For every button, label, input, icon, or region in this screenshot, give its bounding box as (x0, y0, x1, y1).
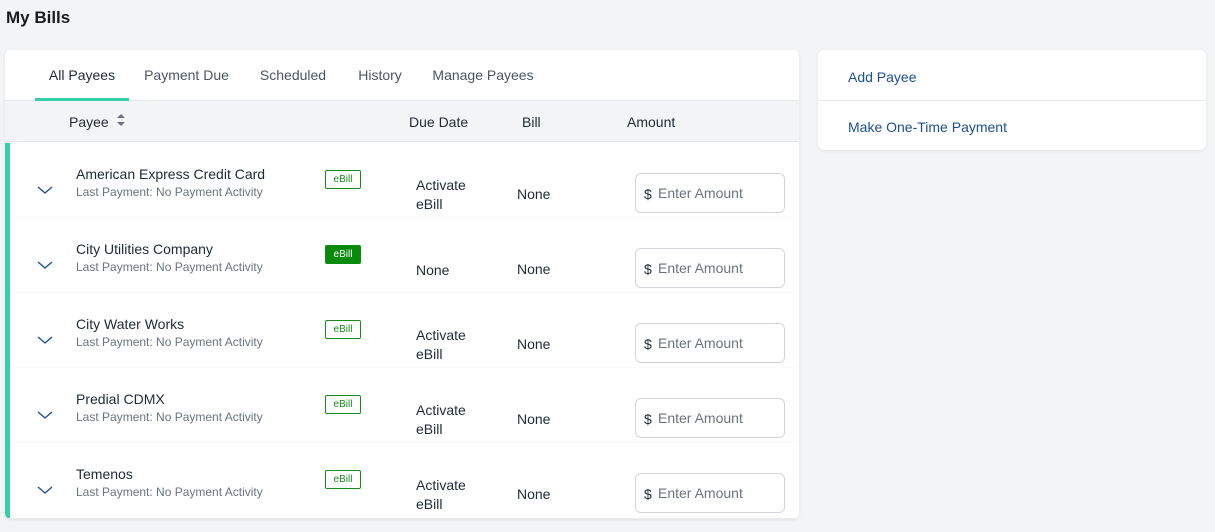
amount-field[interactable]: $ (635, 323, 785, 363)
bill-value: None (517, 411, 551, 427)
tab-manage-payees[interactable]: Manage Payees (425, 50, 541, 101)
payee-row: Temenos Last Payment: No Payment Activit… (5, 443, 799, 518)
chevron-down-icon[interactable] (37, 185, 53, 195)
column-amount: Amount (627, 114, 676, 130)
last-payment: Last Payment: No Payment Activity (76, 185, 263, 199)
ebill-badge[interactable]: eBill (325, 395, 361, 414)
one-time-payment-link[interactable]: Make One-Time Payment (848, 119, 1007, 135)
currency-symbol: $ (644, 261, 652, 277)
payee-name: Predial CDMX (76, 391, 165, 407)
amount-input[interactable] (658, 332, 778, 354)
chevron-down-icon[interactable] (37, 335, 53, 345)
last-payment: Last Payment: No Payment Activity (76, 410, 263, 424)
payee-name: Temenos (76, 466, 133, 482)
amount-field[interactable]: $ (635, 173, 785, 213)
bills-card: All Payees Payment Due Scheduled History… (5, 50, 799, 519)
last-payment: Last Payment: No Payment Activity (76, 260, 263, 274)
chevron-down-icon[interactable] (37, 260, 53, 270)
bill-value: None (517, 261, 551, 277)
ebill-badge[interactable]: eBill (325, 245, 361, 264)
payee-name: City Water Works (76, 316, 185, 332)
amount-field[interactable]: $ (635, 473, 785, 513)
last-payment: Last Payment: No Payment Activity (76, 335, 263, 349)
due-date[interactable]: Activate eBill (416, 176, 486, 214)
bill-value: None (517, 486, 551, 502)
tab-payment-due[interactable]: Payment Due (135, 50, 238, 101)
amount-field[interactable]: $ (635, 248, 785, 288)
chevron-down-icon[interactable] (37, 410, 53, 420)
amount-input[interactable] (658, 482, 778, 504)
amount-input[interactable] (658, 182, 778, 204)
payee-row: City Water Works Last Payment: No Paymen… (5, 293, 799, 368)
tab-history[interactable]: History (350, 50, 410, 101)
amount-field[interactable]: $ (635, 398, 785, 438)
add-payee-link[interactable]: Add Payee (848, 69, 917, 85)
due-date: None (416, 262, 450, 278)
currency-symbol: $ (644, 486, 652, 502)
payee-row: City Utilities Company Last Payment: No … (5, 218, 799, 293)
quick-actions-card: Add Payee Make One-Time Payment (818, 50, 1206, 150)
ebill-badge[interactable]: eBill (325, 170, 361, 189)
tab-scheduled[interactable]: Scheduled (250, 50, 336, 101)
payee-name: American Express Credit Card (76, 166, 266, 182)
column-payee[interactable]: Payee (69, 114, 109, 130)
tab-all-payees[interactable]: All Payees (35, 50, 129, 101)
due-date[interactable]: Activate eBill (416, 401, 486, 439)
bill-value: None (517, 186, 551, 202)
column-due-date: Due Date (409, 114, 469, 130)
payee-row: American Express Credit Card Last Paymen… (5, 143, 799, 218)
last-payment: Last Payment: No Payment Activity (76, 485, 263, 499)
amount-input[interactable] (658, 407, 778, 429)
sort-icon[interactable] (116, 113, 126, 127)
chevron-down-icon[interactable] (37, 485, 53, 495)
bill-value: None (517, 336, 551, 352)
currency-symbol: $ (644, 186, 652, 202)
ebill-badge[interactable]: eBill (325, 470, 361, 489)
due-date[interactable]: Activate eBill (416, 326, 486, 364)
tab-bar: All Payees Payment Due Scheduled History… (5, 50, 799, 101)
divider (818, 100, 1206, 101)
column-header-row: Payee Due Date Bill Amount (5, 101, 799, 142)
currency-symbol: $ (644, 336, 652, 352)
payee-row: Predial CDMX Last Payment: No Payment Ac… (5, 368, 799, 443)
payee-name: City Utilities Company (76, 241, 213, 257)
amount-input[interactable] (658, 257, 778, 279)
column-bill: Bill (522, 114, 541, 130)
ebill-badge[interactable]: eBill (325, 320, 361, 339)
currency-symbol: $ (644, 411, 652, 427)
due-date[interactable]: Activate eBill (416, 476, 486, 514)
page-title: My Bills (6, 8, 71, 27)
